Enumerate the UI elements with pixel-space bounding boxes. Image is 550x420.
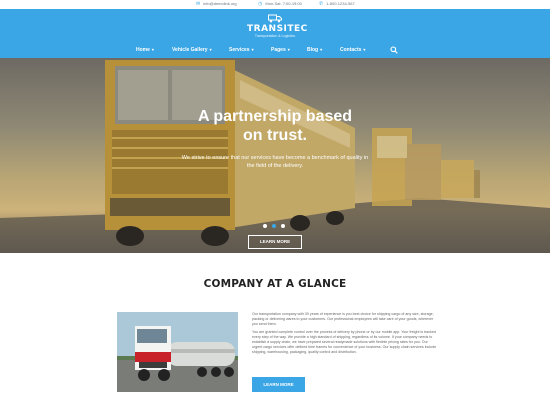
envelope-icon: ✉ (196, 1, 201, 7)
nav-item-contacts[interactable]: Contacts ▾ (340, 44, 365, 56)
topbar-phone[interactable]: ✆ 1-800-1234-567 (319, 1, 355, 7)
slider-dot-3[interactable] (281, 224, 285, 228)
nav-item-label: Blog (307, 47, 319, 53)
truck-logo-icon (268, 14, 282, 23)
nav-item-home[interactable]: Home ▾ (136, 44, 154, 56)
nav-item-services[interactable]: Services ▾ (229, 44, 254, 56)
chevron-down-icon: ▾ (151, 47, 154, 52)
topbar-hours-text: Mon-Sat: 7:00-19:00 (265, 1, 302, 6)
clock-icon: ◷ (258, 1, 263, 7)
search-icon[interactable] (390, 46, 398, 54)
nav-item-label: Contacts (340, 47, 362, 53)
slider-dot-2[interactable] (272, 224, 276, 228)
hero-title-line-2: on trust. (243, 127, 307, 144)
logo-tagline: Transportation & Logistics (254, 34, 296, 38)
hero-subtitle: We strive to ensure that our services ha… (181, 155, 369, 169)
site-header: TRANSITEC Transportation & Logistics Hom… (0, 9, 550, 58)
hero-learn-more-button[interactable]: LEARN MORE (248, 235, 302, 249)
hero-slider: A partnership based on trust. We strive … (0, 58, 550, 253)
nav-item-label: Services (229, 47, 250, 53)
section-title: COMPANY AT A GLANCE (203, 278, 347, 290)
nav-item-label: Home (136, 47, 150, 53)
hero-title-line-1: A partnership based (197, 108, 353, 125)
nav-item-vehicle-gallery[interactable]: Vehicle Gallery ▾ (172, 44, 212, 56)
chevron-down-icon: ▾ (363, 47, 366, 52)
top-info-bar: ✉ info@demolink.org ◷ Mon-Sat: 7:00-19:0… (0, 0, 550, 9)
chevron-down-icon: ▾ (251, 47, 254, 52)
company-paragraph-2: You are granted complete control over th… (252, 330, 437, 354)
main-nav: Home ▾ Vehicle Gallery ▾ Services ▾ Pages ▾ … (0, 44, 550, 56)
company-truck-photo (117, 312, 238, 392)
topbar-email-text: info@demolink.org (203, 1, 237, 6)
hero-title: A partnership based on trust. (150, 107, 400, 145)
tanker-truck-image (117, 312, 238, 392)
chevron-down-icon: ▾ (287, 47, 290, 52)
site-logo[interactable]: TRANSITEC Transportation & Logistics (247, 14, 308, 38)
logo-name: TRANSITEC (247, 24, 308, 34)
topbar-hours: ◷ Mon-Sat: 7:00-19:00 (258, 1, 302, 7)
slider-dot-1[interactable] (263, 224, 267, 228)
nav-item-blog[interactable]: Blog ▾ (307, 44, 322, 56)
topbar-phone-text: 1-800-1234-567 (326, 1, 355, 6)
nav-item-label: Pages (271, 47, 286, 53)
topbar-email[interactable]: ✉ info@demolink.org (196, 1, 237, 7)
slider-dots (263, 224, 287, 228)
company-description: Our transportation company with 30 years… (252, 312, 437, 358)
company-learn-more-button[interactable]: LEARN MORE (252, 377, 305, 392)
chevron-down-icon: ▾ (320, 47, 323, 52)
chevron-down-icon: ▾ (209, 47, 212, 52)
company-paragraph-1: Our transportation company with 30 years… (252, 312, 434, 326)
nav-item-label: Vehicle Gallery (172, 47, 208, 53)
nav-item-pages[interactable]: Pages ▾ (271, 44, 290, 56)
phone-icon: ✆ (319, 1, 324, 7)
